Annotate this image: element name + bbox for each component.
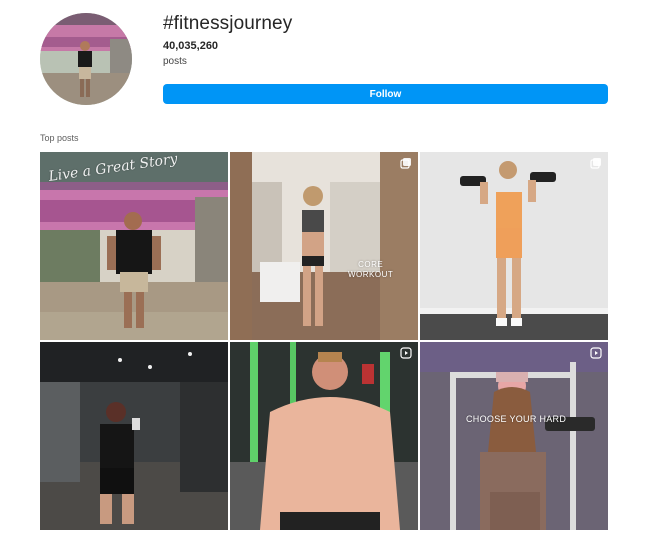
post-tile[interactable]: CHOOSE YOUR HARD: [420, 342, 608, 530]
reel-icon: [400, 347, 412, 359]
multiple-icon: [400, 157, 412, 169]
post-caption-overlay: CHOOSE YOUR HARD: [466, 414, 567, 424]
overlay-line-2: WORKOUT: [348, 270, 394, 279]
post-tile[interactable]: [420, 152, 608, 340]
top-posts-label: Top posts: [40, 133, 79, 143]
post-count-label: posts: [163, 56, 187, 67]
post-image: [420, 342, 608, 530]
multiple-icon: [590, 157, 602, 169]
hashtag-header: #fitnessjourney 40,035,260 posts Follow: [0, 0, 650, 120]
overlay-line-1: CORE: [358, 260, 384, 269]
post-count: 40,035,260: [163, 40, 219, 52]
hashtag-avatar: [40, 13, 132, 105]
follow-button[interactable]: Follow: [163, 84, 608, 104]
post-tile[interactable]: Live a Great Story: [40, 152, 228, 340]
hashtag-title: #fitnessjourney: [163, 13, 293, 34]
post-tile[interactable]: [230, 342, 418, 530]
post-image: [230, 342, 418, 530]
post-image: [230, 152, 418, 340]
post-tile[interactable]: CORE WORKOUT: [230, 152, 418, 340]
post-image: [420, 152, 608, 340]
post-image: [40, 342, 228, 530]
post-caption-overlay: CORE WORKOUT: [348, 260, 393, 280]
reel-icon: [590, 347, 602, 359]
post-tile[interactable]: [40, 342, 228, 530]
